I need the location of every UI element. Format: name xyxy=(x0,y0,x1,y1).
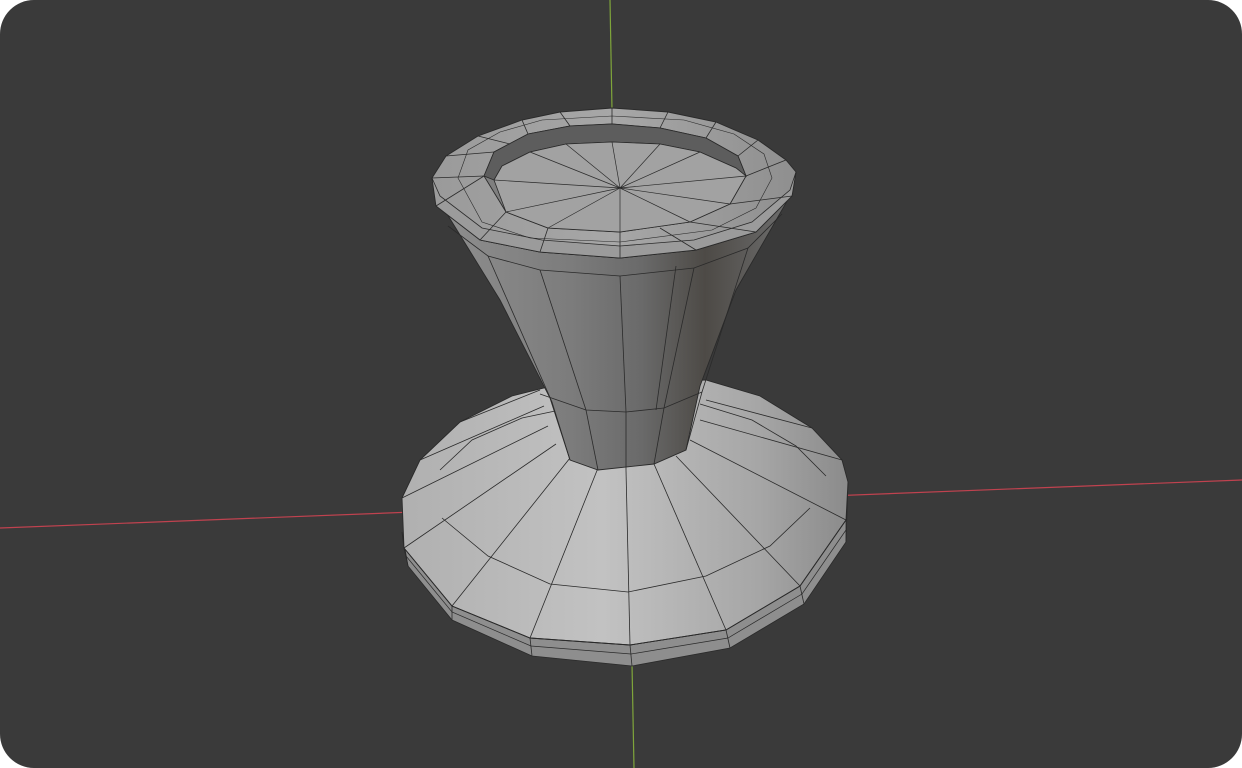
3d-viewport[interactable] xyxy=(0,0,1242,768)
viewport-canvas[interactable] xyxy=(0,0,1242,768)
y-axis-line-bottom xyxy=(631,663,635,768)
goblet-rim[interactable] xyxy=(431,107,797,259)
y-axis-line-top xyxy=(609,0,613,111)
